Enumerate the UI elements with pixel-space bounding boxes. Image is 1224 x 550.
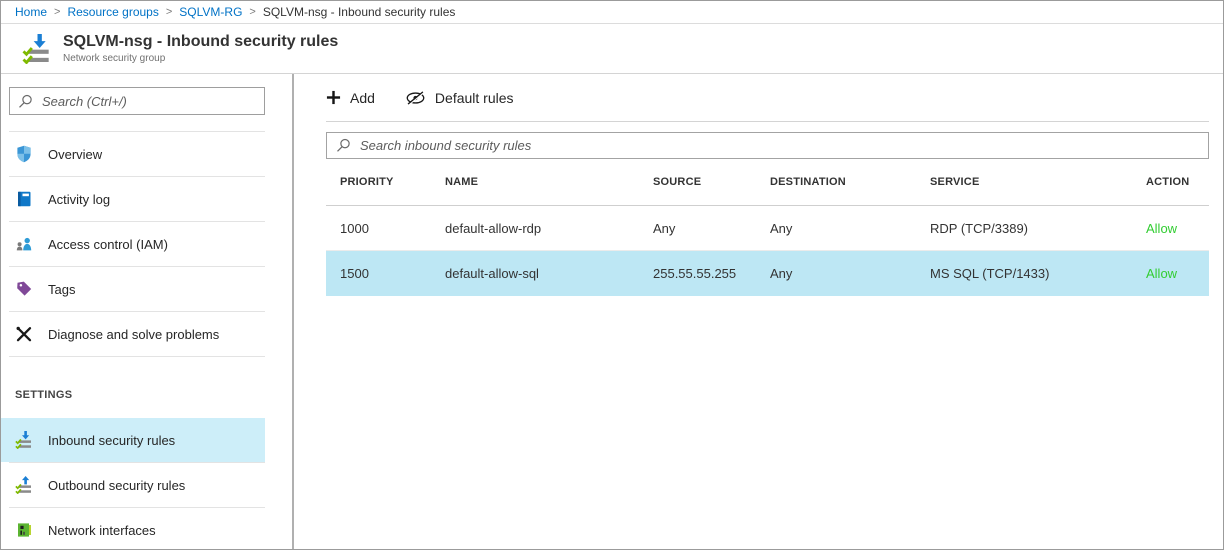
sidebar-item-label: Overview	[48, 147, 102, 162]
divider	[9, 356, 265, 357]
people-icon	[15, 235, 33, 253]
breadcrumb-current-page: SQLVM-nsg - Inbound security rules	[263, 5, 456, 19]
sidebar-item-label: Outbound security rules	[48, 478, 185, 493]
table-row-default-allow-sql[interactable]: 1500 default-allow-sql 255.55.55.255 Any…	[326, 251, 1209, 296]
sidebar-item-label: Network interfaces	[48, 523, 156, 538]
inbound-security-rules-icon	[22, 34, 52, 64]
column-header-action: ACTION	[1146, 176, 1209, 188]
column-header-name: NAME	[445, 176, 653, 188]
breadcrumb-sqlvm-rg[interactable]: SQLVM-RG	[179, 5, 242, 19]
sidebar-search-input[interactable]	[42, 94, 256, 109]
sidebar-item-label: Access control (IAM)	[48, 237, 168, 252]
table-header-row: PRIORITY NAME SOURCE DESTINATION SERVICE…	[326, 159, 1209, 206]
cell-name: default-allow-sql	[445, 266, 653, 281]
column-header-priority: PRIORITY	[340, 176, 445, 188]
azure-portal-blade: Home > Resource groups > SQLVM-RG > SQLV…	[0, 0, 1224, 550]
sidebar-item-diagnose[interactable]: Diagnose and solve problems	[1, 312, 265, 356]
eye-slash-icon	[405, 90, 426, 106]
default-rules-button-label: Default rules	[435, 90, 514, 106]
toolbar: Add Default rules	[326, 74, 1209, 122]
cell-service: MS SQL (TCP/1433)	[930, 266, 1146, 281]
sidebar-item-label: Inbound security rules	[48, 433, 175, 448]
breadcrumb: Home > Resource groups > SQLVM-RG > SQLV…	[1, 1, 1223, 24]
breadcrumb-home[interactable]: Home	[15, 5, 47, 19]
cell-service: RDP (TCP/3389)	[930, 221, 1146, 236]
plus-icon	[326, 90, 341, 105]
shield-icon	[15, 145, 33, 163]
search-icon	[18, 94, 33, 109]
cell-destination: Any	[770, 221, 930, 236]
rules-search[interactable]	[326, 132, 1209, 159]
column-header-service: SERVICE	[930, 176, 1146, 188]
sidebar-item-label: Diagnose and solve problems	[48, 327, 219, 342]
cell-action: Allow	[1146, 266, 1209, 281]
content-pane: Add Default rules	[294, 74, 1223, 549]
tools-icon	[15, 325, 33, 343]
cell-name: default-allow-rdp	[445, 221, 653, 236]
sidebar-item-access-control[interactable]: Access control (IAM)	[1, 222, 265, 266]
add-button[interactable]: Add	[326, 90, 375, 106]
settings-section-header: SETTINGS	[15, 389, 292, 401]
add-button-label: Add	[350, 90, 375, 106]
sidebar-item-outbound-security-rules[interactable]: Outbound security rules	[1, 463, 265, 507]
cell-source: 255.55.55.255	[653, 266, 770, 281]
column-header-destination: DESTINATION	[770, 176, 930, 188]
cell-destination: Any	[770, 266, 930, 281]
nic-icon	[15, 521, 33, 539]
cell-action: Allow	[1146, 221, 1209, 236]
sidebar-nav: Overview Activity log	[1, 131, 292, 549]
book-icon	[15, 190, 33, 208]
sidebar-item-label: Tags	[48, 282, 75, 297]
breadcrumb-separator: >	[249, 6, 255, 18]
inbound-arrow-icon	[15, 431, 33, 449]
rules-search-input[interactable]	[360, 138, 1199, 153]
page-header: SQLVM-nsg - Inbound security rules Netwo…	[1, 24, 1223, 74]
cell-source: Any	[653, 221, 770, 236]
sidebar-item-label: Activity log	[48, 192, 110, 207]
sidebar-item-inbound-security-rules[interactable]: Inbound security rules	[1, 418, 265, 462]
column-header-source: SOURCE	[653, 176, 770, 188]
page-subtitle: Network security group	[63, 53, 338, 64]
sidebar-item-overview[interactable]: Overview	[1, 132, 265, 176]
table-row-default-allow-rdp[interactable]: 1000 default-allow-rdp Any Any RDP (TCP/…	[326, 206, 1209, 251]
cell-priority: 1000	[340, 221, 445, 236]
outbound-arrow-icon	[15, 476, 33, 494]
breadcrumb-resource-groups[interactable]: Resource groups	[67, 5, 158, 19]
sidebar: Overview Activity log	[1, 74, 294, 549]
sidebar-item-activity-log[interactable]: Activity log	[1, 177, 265, 221]
tag-icon	[15, 280, 33, 298]
cell-priority: 1500	[340, 266, 445, 281]
breadcrumb-separator: >	[54, 6, 60, 18]
search-icon	[336, 138, 351, 153]
breadcrumb-separator: >	[166, 6, 172, 18]
sidebar-item-tags[interactable]: Tags	[1, 267, 265, 311]
sidebar-item-network-interfaces[interactable]: Network interfaces	[1, 508, 265, 549]
page-title: SQLVM-nsg - Inbound security rules	[63, 33, 338, 51]
default-rules-button[interactable]: Default rules	[405, 90, 514, 106]
sidebar-search[interactable]	[9, 87, 265, 115]
